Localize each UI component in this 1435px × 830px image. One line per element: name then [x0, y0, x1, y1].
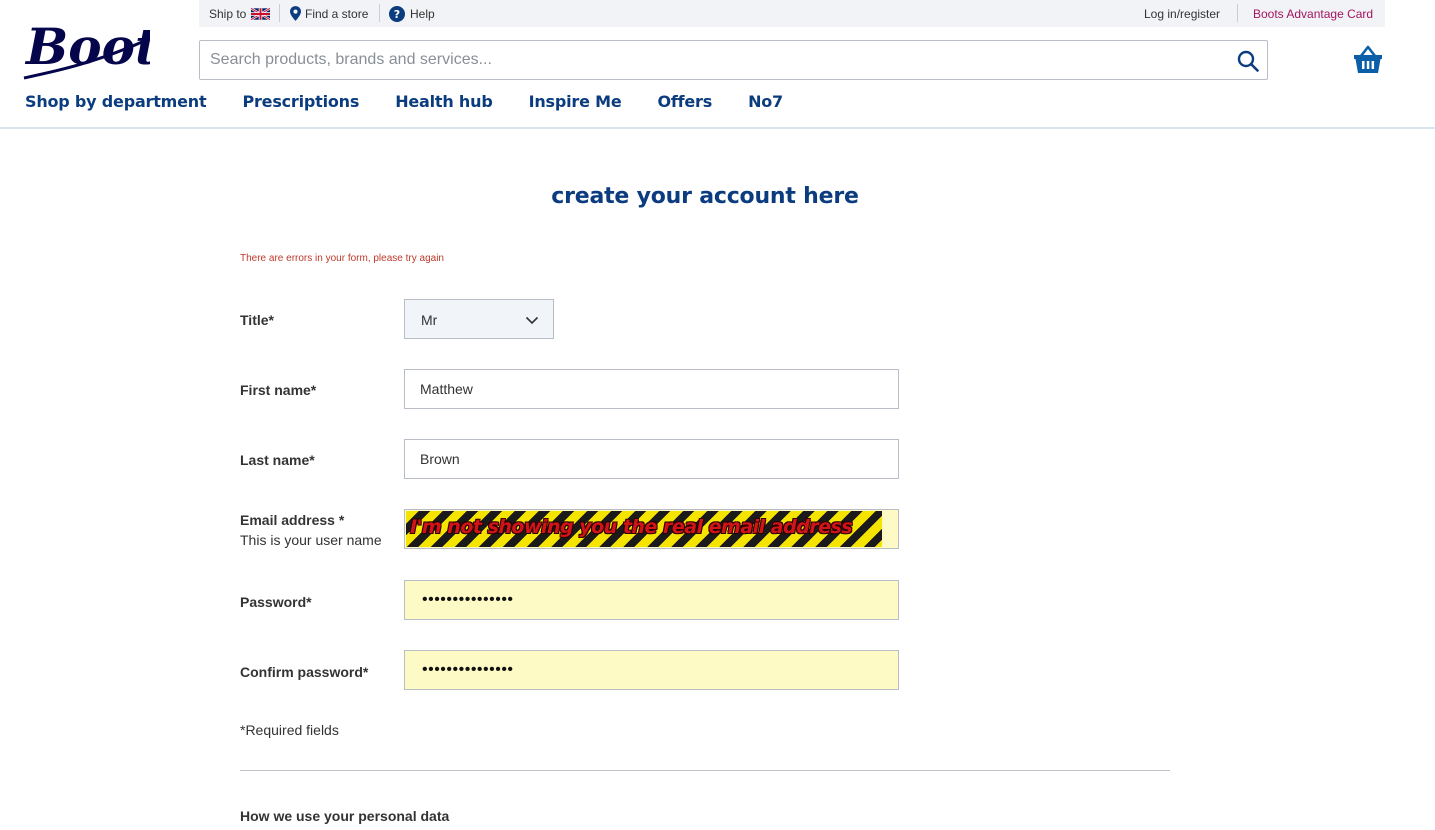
find-store-label: Find a store — [305, 6, 369, 21]
nav-health-hub[interactable]: Health hub — [395, 92, 493, 120]
last-name-input[interactable] — [420, 440, 890, 478]
main-nav: Shop by department Prescriptions Health … — [25, 92, 819, 120]
confirm-password-label: Confirm password* — [240, 664, 369, 680]
password-field[interactable]: ••••••••••••••• — [404, 580, 899, 620]
advantage-card-label: Boots Advantage Card — [1253, 6, 1374, 21]
last-name-label: Last name* — [240, 452, 315, 468]
email-redaction-text: I'm not showing you the real email addre… — [410, 516, 853, 538]
ship-to-link[interactable]: Ship to — [209, 0, 271, 27]
password-masked-value: ••••••••••••••• — [422, 591, 514, 608]
utility-bar: Ship to Find a store ? Help Log in/regis… — [199, 0, 1385, 27]
uk-flag-icon — [251, 7, 271, 20]
svg-text:?: ? — [394, 8, 400, 21]
email-sublabel: This is your user name — [240, 532, 382, 548]
help-link[interactable]: ? Help — [389, 0, 435, 27]
search-box — [199, 40, 1268, 80]
location-pin-icon — [290, 6, 301, 21]
login-label: Log in/register — [1144, 6, 1221, 21]
find-store-link[interactable]: Find a store — [290, 0, 368, 27]
search-input[interactable] — [210, 41, 1220, 79]
confirm-password-field[interactable]: ••••••••••••••• — [404, 650, 899, 690]
personal-data-heading: How we use your personal data — [240, 808, 450, 824]
help-icon: ? — [389, 5, 405, 22]
login-register-link[interactable]: Log in/register — [1144, 0, 1220, 27]
page-title: create your account here — [551, 184, 859, 209]
first-name-label: First name* — [240, 382, 317, 398]
nav-inspire-me[interactable]: Inspire Me — [529, 92, 622, 120]
separator — [379, 4, 380, 22]
separator — [1237, 4, 1238, 22]
boots-logo[interactable]: Boots — [22, 12, 150, 84]
advantage-card-link[interactable]: Boots Advantage Card — [1253, 0, 1373, 27]
first-name-field — [404, 369, 899, 409]
separator — [279, 4, 280, 22]
title-select[interactable]: Mr — [404, 299, 554, 339]
chevron-down-icon — [525, 316, 539, 325]
required-fields-note: *Required fields — [240, 722, 339, 738]
search-button[interactable] — [1235, 48, 1261, 74]
basket-icon[interactable] — [1352, 44, 1384, 76]
last-name-field — [404, 439, 899, 479]
search-icon — [1237, 50, 1259, 72]
ship-to-label: Ship to — [209, 6, 247, 21]
nav-prescriptions[interactable]: Prescriptions — [242, 92, 359, 120]
email-redaction-overlay: I'm not showing you the real email addre… — [406, 511, 882, 547]
divider — [240, 770, 1170, 771]
help-label: Help — [410, 6, 435, 21]
form-error-message: There are errors in your form, please tr… — [240, 253, 444, 264]
site-header: Boots Ship to Find a store — [0, 0, 1435, 129]
nav-offers[interactable]: Offers — [657, 92, 712, 120]
password-label: Password* — [240, 594, 312, 610]
nav-no7[interactable]: No7 — [748, 92, 783, 120]
email-field[interactable]: I'm not showing you the real email addre… — [404, 509, 899, 549]
nav-shop-by-department[interactable]: Shop by department — [25, 92, 207, 120]
title-label: Title* — [240, 312, 274, 328]
title-selected-value: Mr — [421, 312, 438, 328]
first-name-input[interactable] — [420, 370, 890, 408]
email-label: Email address * — [240, 512, 345, 528]
confirm-password-masked-value: ••••••••••••••• — [422, 661, 514, 678]
